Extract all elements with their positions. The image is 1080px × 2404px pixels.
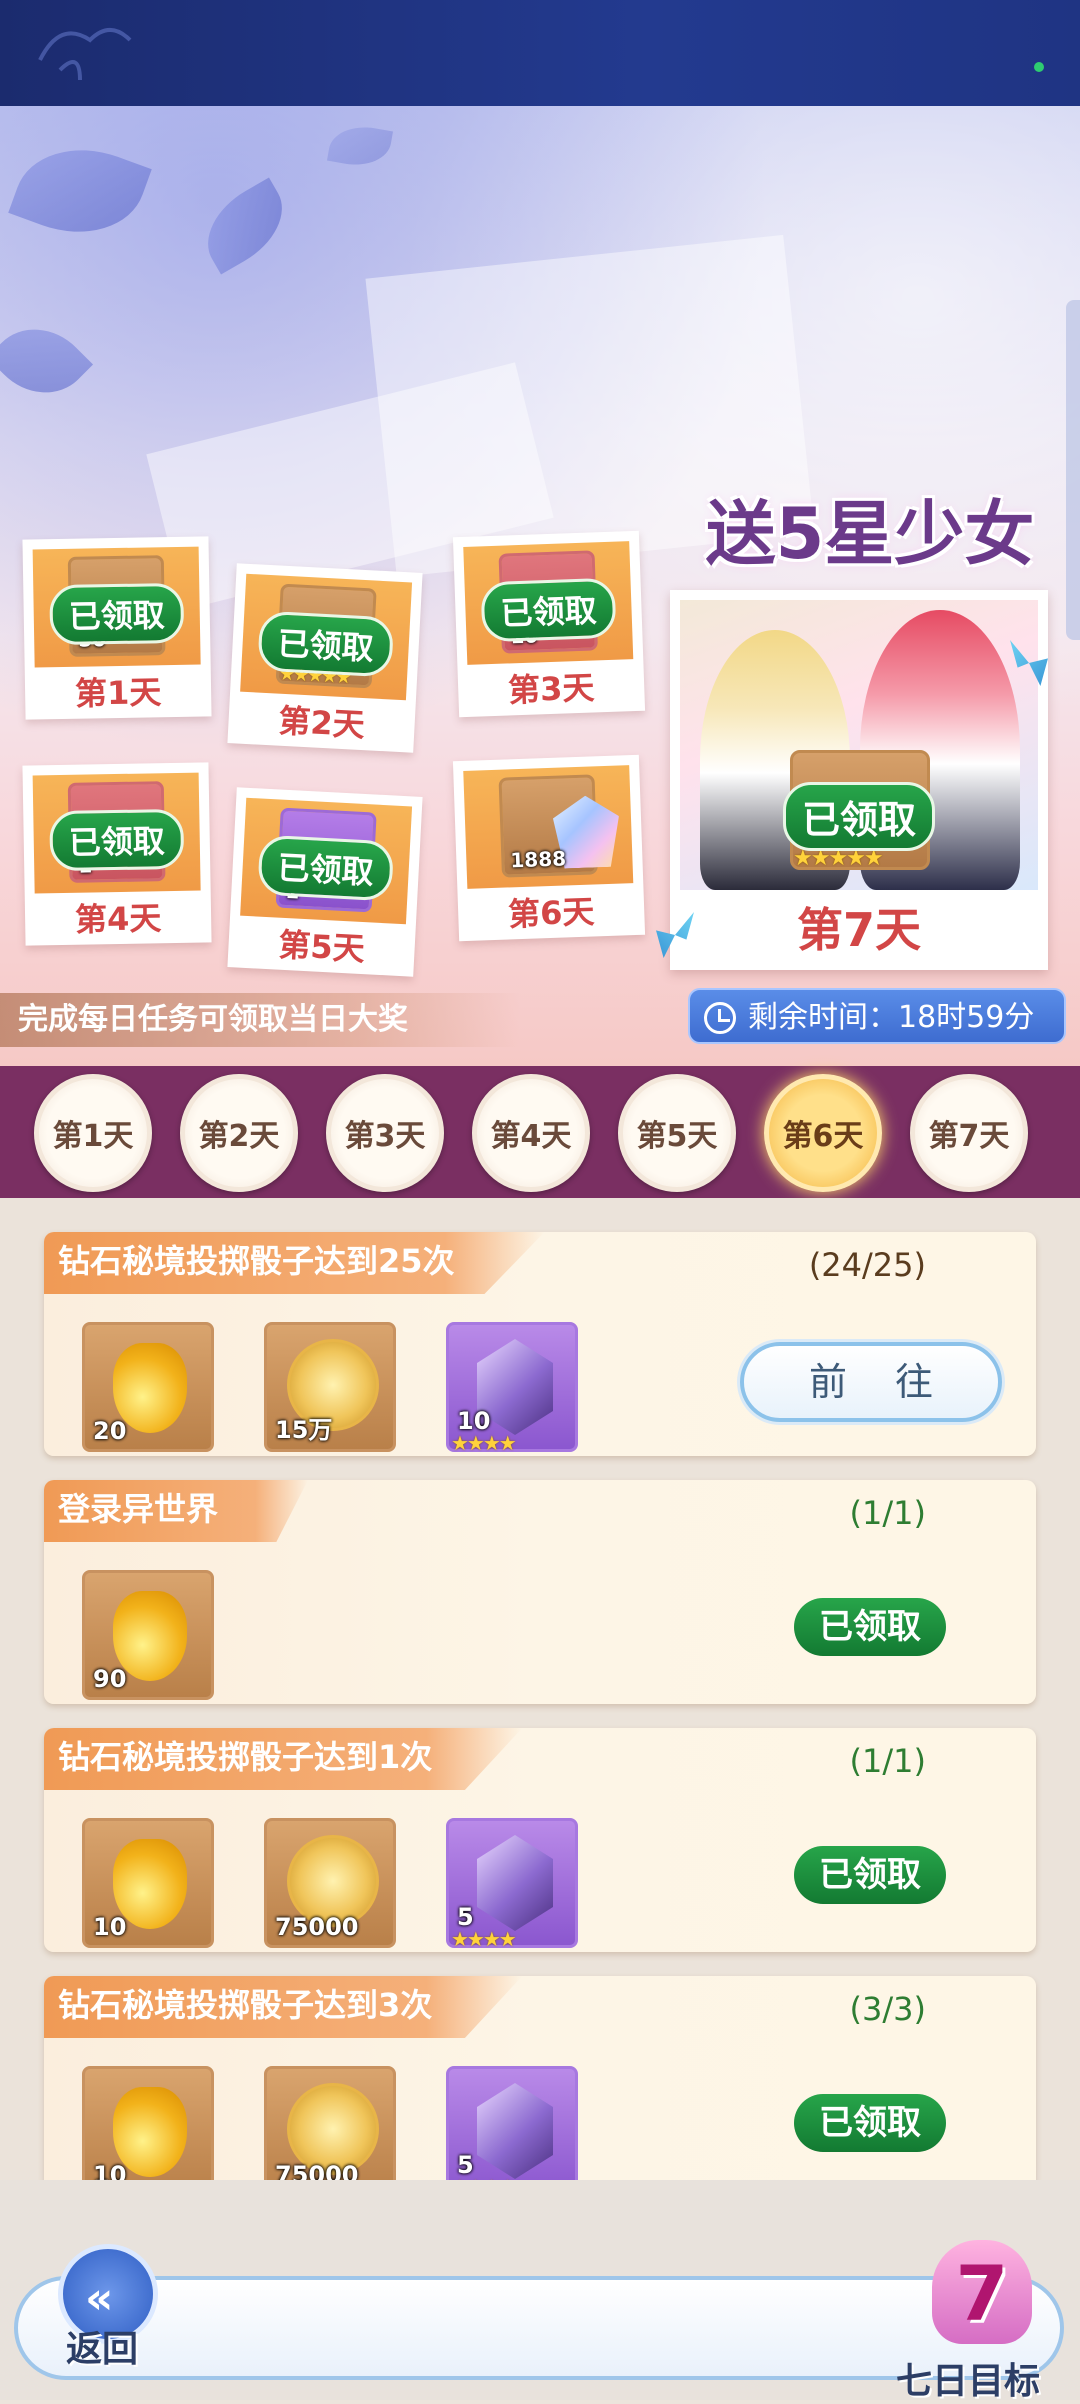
promo-title: 送5星少女 bbox=[705, 493, 1035, 575]
day-label: 第5天 bbox=[277, 925, 366, 969]
day-label: 第3天 bbox=[507, 668, 596, 710]
task-row: 登录异世界 (1/1) 90 已领取 bbox=[44, 1480, 1036, 1704]
day-card-2[interactable]: 50 ★★★★★ 已领取 第2天 bbox=[227, 563, 423, 753]
day-label: 第2天 bbox=[277, 701, 366, 745]
day-label: 第6天 bbox=[507, 892, 596, 934]
tab-day-2[interactable]: 第2天 bbox=[180, 1074, 298, 1192]
day-label: 第4天 bbox=[74, 899, 162, 939]
reward-slot[interactable]: 75000 bbox=[264, 1818, 396, 1948]
reward-quantity: 10 bbox=[93, 1913, 127, 1941]
claimed-button[interactable]: 已领取 bbox=[794, 2094, 946, 2152]
day-card-3[interactable]: 10 已领取 第3天 bbox=[452, 530, 646, 718]
day-card-5[interactable]: 1 已领取 第5天 bbox=[227, 787, 423, 977]
reward-quantity: 1888 bbox=[509, 846, 567, 873]
claimed-badge: 已领取 bbox=[49, 582, 185, 646]
reward-frame: 50 ★★★★★ 已领取 bbox=[240, 573, 413, 701]
character-art: 50 ★★★★★ 已领取 bbox=[680, 600, 1038, 890]
back-label[interactable]: 返回 bbox=[66, 2320, 138, 2372]
back-arrow-icon: « bbox=[85, 2273, 114, 2324]
reward-quantity: 15万 bbox=[275, 1416, 333, 1444]
task-progress: (24/25) bbox=[808, 1246, 926, 1284]
tab-day-7[interactable]: 第7天 bbox=[910, 1074, 1028, 1192]
reward-slot[interactable]: 20 bbox=[82, 1322, 214, 1452]
claimed-badge: 已领取 bbox=[480, 577, 617, 643]
reward-item: 1888 bbox=[498, 774, 598, 878]
heart-wing-icon bbox=[38, 28, 132, 81]
claimed-badge: 已领取 bbox=[49, 808, 185, 872]
task-progress: (3/3) bbox=[849, 1990, 926, 2028]
side-scroll-handle[interactable] bbox=[1066, 300, 1080, 640]
tab-day-5[interactable]: 第5天 bbox=[618, 1074, 736, 1192]
reward-slot[interactable]: 90 bbox=[82, 1570, 214, 1700]
reward-slot[interactable]: 10 bbox=[82, 1818, 214, 1948]
clock-icon bbox=[704, 1002, 736, 1034]
claimed-button[interactable]: 已领取 bbox=[794, 1598, 946, 1656]
reward-quantity: 20 bbox=[93, 1417, 127, 1445]
day-card-4[interactable]: 1 已领取 第4天 bbox=[22, 762, 212, 946]
task-title: 钻石秘境投掷骰子达到3次 bbox=[44, 1976, 523, 2038]
petal-decoration bbox=[8, 128, 152, 254]
online-indicator bbox=[1034, 62, 1044, 72]
task-row: 钻石秘境投掷骰子达到1次 (1/1) 10 75000 5 ★★★★ 已领取 bbox=[44, 1728, 1036, 1952]
reward-frame: 1888 bbox=[463, 765, 634, 889]
reward-slot[interactable]: 10 ★★★★ bbox=[446, 1322, 578, 1455]
tab-day-6[interactable]: 第6天 bbox=[764, 1074, 882, 1192]
tab-day-4[interactable]: 第4天 bbox=[472, 1074, 590, 1192]
task-title: 钻石秘境投掷骰子达到1次 bbox=[44, 1728, 523, 1790]
reward-frame: 50 已领取 bbox=[32, 546, 201, 668]
gem-icon bbox=[477, 1835, 553, 1931]
task-hint: 完成每日任务可领取当日大奖 bbox=[0, 993, 520, 1047]
task-progress: (1/1) bbox=[849, 1742, 926, 1780]
task-title: 钻石秘境投掷骰子达到25次 bbox=[44, 1232, 545, 1294]
reward-quantity: 75000 bbox=[275, 2161, 359, 2180]
seven-day-goal-button[interactable]: 7 七日目标 bbox=[888, 2240, 1068, 2402]
claimed-button[interactable]: 已领取 bbox=[794, 1846, 946, 1904]
bottom-bar: « 返回 7 七日目标 bbox=[0, 2180, 1080, 2402]
reward-slot[interactable]: 75000 bbox=[264, 2066, 396, 2180]
reward-frame: 1 已领取 bbox=[240, 797, 413, 925]
goal-label: 七日目标 bbox=[896, 2361, 1041, 2402]
star-rating: ★★★★ bbox=[451, 1431, 517, 1455]
task-progress: (1/1) bbox=[849, 1494, 926, 1532]
star-rating: ★★★★ bbox=[451, 1927, 517, 1951]
go-button[interactable]: 前 往 bbox=[740, 1342, 1002, 1422]
reward-quantity: 75000 bbox=[275, 1913, 359, 1941]
seven-day-badge-icon: 7 bbox=[932, 2240, 1032, 2344]
reward-quantity: 90 bbox=[93, 1665, 127, 1693]
task-row: 钻石秘境投掷骰子达到25次 (24/25) 20 15万 10 ★★★★ 前 往 bbox=[44, 1232, 1036, 1456]
claimed-badge: 已领取 bbox=[257, 610, 395, 678]
petal-decoration bbox=[326, 121, 394, 171]
reward-slot[interactable]: 5 ★★★★ bbox=[446, 1818, 578, 1951]
reward-slot[interactable]: 5 ★★★★ bbox=[446, 2066, 578, 2180]
task-title: 登录异世界 bbox=[44, 1480, 309, 1542]
remaining-time: 剩余时间：18时59分 bbox=[688, 988, 1066, 1044]
reward-quantity: 10 bbox=[93, 2161, 127, 2180]
reward-slot[interactable]: 10 bbox=[82, 2066, 214, 2180]
tab-day-1[interactable]: 第1天 bbox=[34, 1074, 152, 1192]
task-list[interactable]: 钻石秘境投掷骰子达到25次 (24/25) 20 15万 10 ★★★★ 前 往… bbox=[0, 1198, 1080, 2180]
day-label: 第1天 bbox=[74, 673, 162, 713]
tab-day-3[interactable]: 第3天 bbox=[326, 1074, 444, 1192]
day-tab-bar: 第1天 第2天 第3天 第4天 第5天 第6天 第7天 bbox=[0, 1066, 1080, 1198]
claimed-badge: 已领取 bbox=[782, 782, 936, 851]
reward-slot[interactable]: 15万 bbox=[264, 1322, 396, 1452]
day-label: 第7天 bbox=[796, 903, 921, 957]
timer-text: 剩余时间：18时59分 bbox=[748, 1000, 1035, 1035]
petal-decoration bbox=[191, 177, 299, 275]
top-bar bbox=[0, 0, 1080, 106]
claimed-badge: 已领取 bbox=[257, 834, 395, 902]
gem-icon bbox=[477, 2083, 553, 2179]
day-card-1[interactable]: 50 已领取 第1天 bbox=[22, 536, 212, 720]
task-row: 钻石秘境投掷骰子达到3次 (3/3) 10 75000 5 ★★★★ 已领取 bbox=[44, 1976, 1036, 2180]
petal-decoration bbox=[0, 307, 94, 415]
reward-frame: 10 已领取 bbox=[463, 541, 634, 665]
day-card-6[interactable]: 1888 第6天 bbox=[452, 754, 646, 942]
day-card-7[interactable]: 50 ★★★★★ 已领取 第7天 bbox=[670, 590, 1048, 970]
reward-frame: 1 已领取 bbox=[32, 772, 201, 894]
